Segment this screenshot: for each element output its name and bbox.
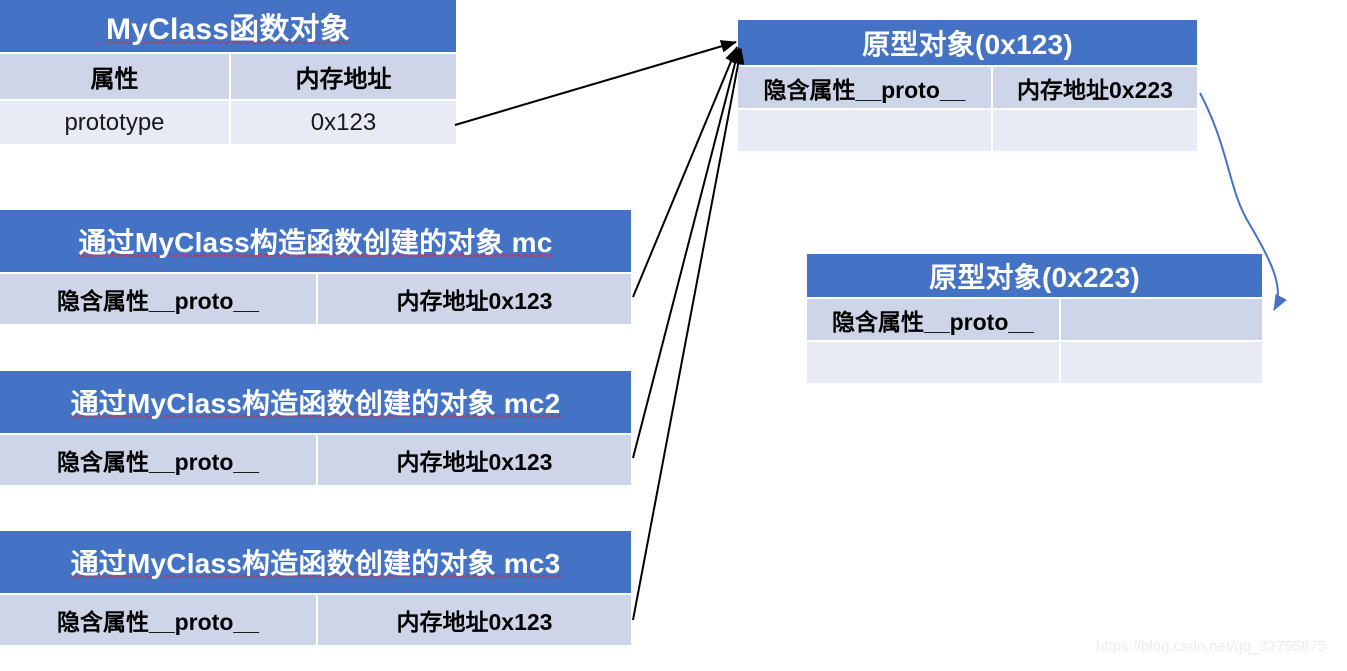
arrow-mc2-to-proto1 [632,47,742,459]
cell-mc2-proto-address: 内存地址0x123 [318,435,631,485]
table-row: 隐含属性__proto__ [807,299,1262,340]
table-mc3-title: 通过MyClass构造函数创建的对象 mc3 [0,531,631,593]
watermark-url: https://blog.csdn.net/qq_32755875 [1096,638,1327,655]
table-myclass-title-text: MyClass函数对象 [106,13,350,46]
diagram-canvas: MyClass函数对象 属性 内存地址 prototype 0x123 通过My… [0,0,1347,671]
table-myclass-function-object: MyClass函数对象 属性 内存地址 prototype 0x123 [0,0,456,144]
table-object-mc2: 通过MyClass构造函数创建的对象 mc2 隐含属性__proto__ 内存地… [0,371,631,485]
cell-proto2-proto-key: 隐含属性__proto__ [807,299,1059,340]
table-row [738,110,1197,151]
table-proto1-title: 原型对象(0x123) [738,20,1197,65]
column-header-attribute: 属性 [0,54,229,99]
table-mc-title-text: 通过MyClass构造函数创建的对象 mc [78,227,553,258]
table-mc2-title: 通过MyClass构造函数创建的对象 mc2 [0,371,631,433]
arrow-mc-to-proto1 [632,46,738,298]
table-object-mc3: 通过MyClass构造函数创建的对象 mc3 隐含属性__proto__ 内存地… [0,531,631,645]
table-object-mc: 通过MyClass构造函数创建的对象 mc 隐含属性__proto__ 内存地址… [0,210,631,324]
cell-proto2-empty-right [1061,299,1262,340]
cell-mc-proto-key: 隐含属性__proto__ [0,274,316,324]
table-myclass-header-row: 属性 内存地址 [0,54,456,99]
cell-proto1-empty-left [738,110,991,151]
table-row [807,342,1262,383]
cell-prototype-address: 0x123 [231,101,456,144]
table-mc2-title-text: 通过MyClass构造函数创建的对象 mc2 [70,388,561,419]
table-proto2-title: 原型对象(0x223) [807,254,1262,297]
table-prototype-0x223: 原型对象(0x223) 隐含属性__proto__ [807,254,1262,383]
cell-proto1-proto-key: 隐含属性__proto__ [738,67,991,108]
cell-prototype-key: prototype [0,101,229,144]
cell-proto2-empty-right2 [1061,342,1262,383]
cell-mc-proto-address: 内存地址0x123 [318,274,631,324]
table-row: 隐含属性__proto__ 内存地址0x223 [738,67,1197,108]
column-header-address: 内存地址 [231,54,456,99]
cell-mc3-proto-address: 内存地址0x123 [318,595,631,645]
cell-proto2-empty-left2 [807,342,1059,383]
table-row: 隐含属性__proto__ 内存地址0x123 [0,595,631,645]
cell-mc3-proto-key: 隐含属性__proto__ [0,595,316,645]
table-prototype-0x123: 原型对象(0x123) 隐含属性__proto__ 内存地址0x223 [738,20,1197,151]
arrow-mc3-to-proto1 [632,48,745,621]
cell-proto1-proto-address: 内存地址0x223 [993,67,1197,108]
cell-proto1-empty-right [993,110,1197,151]
table-myclass-title: MyClass函数对象 [0,0,456,52]
table-mc3-title-text: 通过MyClass构造函数创建的对象 mc3 [70,548,561,579]
cell-mc2-proto-key: 隐含属性__proto__ [0,435,316,485]
table-row: prototype 0x123 [0,101,456,144]
table-row: 隐含属性__proto__ 内存地址0x123 [0,274,631,324]
table-row: 隐含属性__proto__ 内存地址0x123 [0,435,631,485]
arrow-myclass-to-proto1 [454,40,737,126]
table-mc-title: 通过MyClass构造函数创建的对象 mc [0,210,631,272]
